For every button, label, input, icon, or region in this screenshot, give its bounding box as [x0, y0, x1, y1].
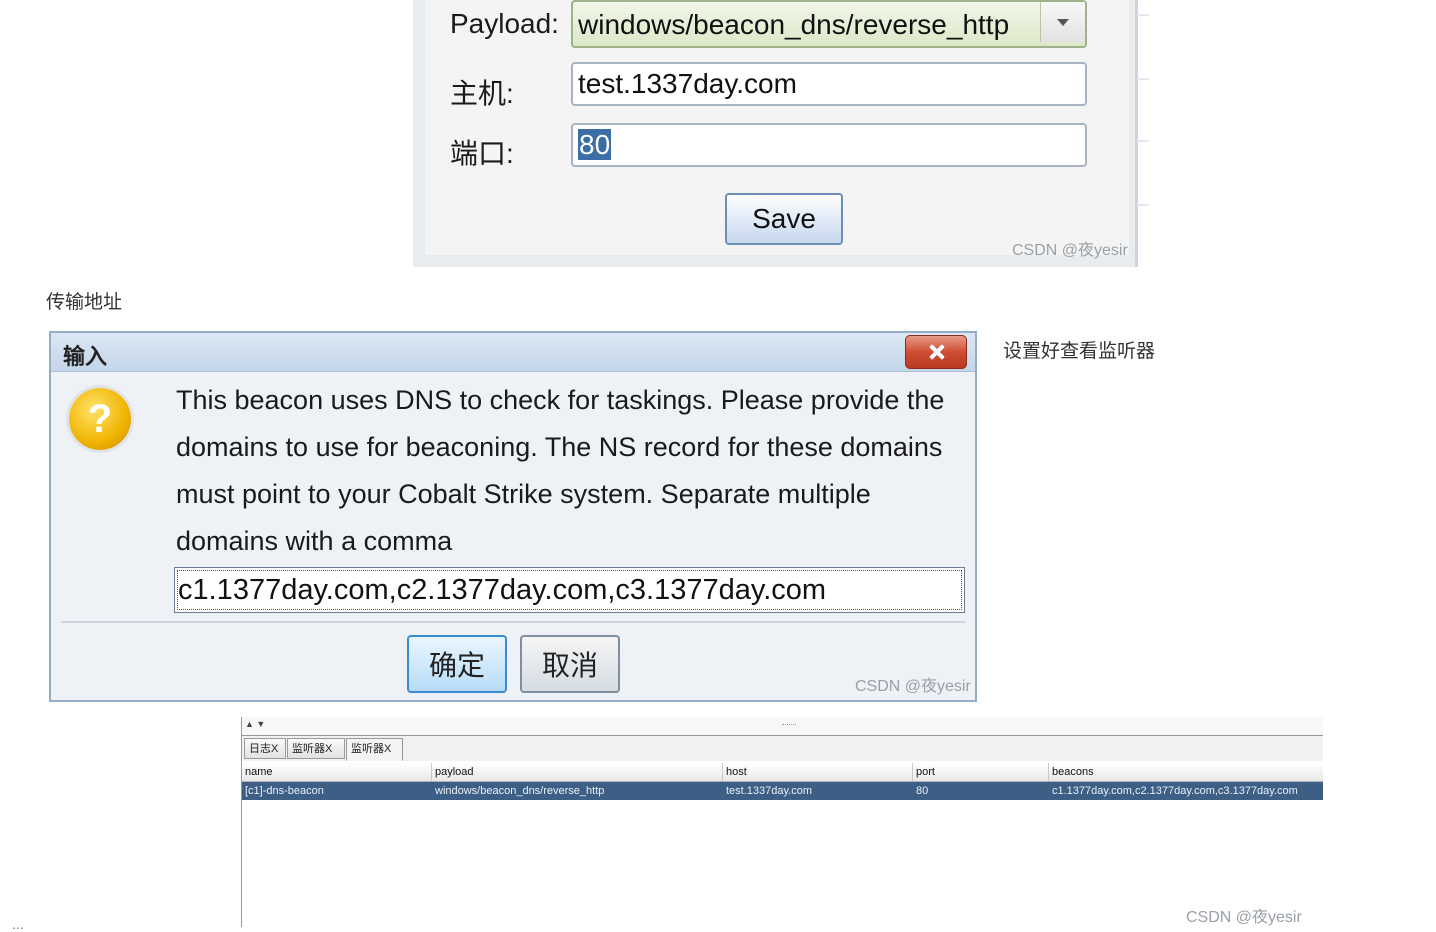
dialog-message-line: This beacon uses DNS to check for taskin… [176, 385, 945, 415]
cell-beacons: c1.1377day.com,c2.1377day.com,c3.1377day… [1052, 785, 1298, 797]
column-header-payload[interactable]: payload [432, 763, 723, 781]
dialog-title: 输入 [63, 344, 108, 369]
input-dialog: 输入 ? This beacon uses DNS to check for t… [49, 331, 977, 702]
column-header-name[interactable]: name [242, 763, 432, 781]
divider [1137, 204, 1149, 206]
host-input-value: test.1337day.com [578, 68, 797, 99]
cell-payload: windows/beacon_dns/reverse_http [435, 785, 605, 797]
payload-select[interactable]: windows/beacon_dns/reverse_http [571, 0, 1087, 48]
divider [1137, 78, 1149, 80]
cell-port: 80 [916, 785, 929, 797]
save-button[interactable]: Save [725, 193, 843, 245]
tab-log[interactable]: 日志X [244, 738, 286, 759]
listener-form-screenshot: Payload: windows/beacon_dns/reverse_http… [413, 0, 1149, 267]
cancel-button[interactable]: 取消 [520, 635, 620, 693]
cell-host: test.1337day.com [726, 785, 813, 797]
dialog-titlebar[interactable]: 输入 [51, 333, 975, 372]
listeners-table: name payload host port beacons [c1]-dns-… [242, 761, 1323, 927]
dialog-message-line: must point to your Cobalt Strike system.… [176, 479, 871, 509]
tab-listeners-active[interactable]: 监听器X [346, 738, 403, 761]
chevron-down-icon[interactable] [1040, 2, 1085, 42]
payload-label: Payload: [450, 8, 559, 39]
host-input[interactable]: test.1337day.com [571, 62, 1087, 106]
dialog-message-line: domains to use for beaconing. The NS rec… [176, 432, 943, 462]
caption-after-setup: 设置好查看监听器 [1003, 341, 1156, 362]
split-handle[interactable]: ▲ ▼ [242, 717, 1323, 736]
close-icon[interactable] [905, 335, 967, 369]
watermark: CSDN @夜yesir [855, 678, 971, 695]
host-label: 主机: [450, 78, 514, 109]
listeners-screenshot: ▲ ▼ 日志X 监听器X 监听器X name payload host port… [241, 717, 1323, 927]
table-header: name payload host port beacons [242, 763, 1323, 782]
question-icon: ? [69, 388, 131, 450]
tab-listeners[interactable]: 监听器X [287, 738, 345, 759]
divider [1137, 14, 1149, 16]
column-header-port[interactable]: port [913, 763, 1049, 781]
divider [1137, 140, 1149, 142]
watermark: CSDN @夜yesir [1186, 909, 1302, 926]
column-header-host[interactable]: host [723, 763, 913, 781]
payload-select-value: windows/beacon_dns/reverse_http [578, 9, 1010, 40]
table-row[interactable]: [c1]-dns-beacon windows/beacon_dns/rever… [242, 782, 1323, 800]
dialog-message-line: domains with a comma [176, 526, 453, 556]
port-input[interactable]: 80 [571, 123, 1087, 167]
form-panel: Payload: windows/beacon_dns/reverse_http… [425, 0, 1129, 259]
collapse-arrows-icon[interactable]: ▲ ▼ [245, 719, 265, 729]
port-input-value: 80 [578, 129, 612, 160]
column-header-beacons[interactable]: beacons [1049, 763, 1323, 781]
domains-input[interactable] [174, 567, 965, 613]
port-label: 端口: [450, 138, 514, 169]
drag-handle-icon[interactable] [782, 722, 796, 725]
confirm-button[interactable]: 确定 [407, 635, 507, 693]
caption-transfer-address: 传输地址 [46, 292, 123, 313]
watermark: CSDN @夜yesir [1012, 242, 1128, 259]
caption-fragment: ... [12, 916, 24, 932]
divider [61, 621, 965, 623]
cell-name: [c1]-dns-beacon [245, 785, 324, 797]
